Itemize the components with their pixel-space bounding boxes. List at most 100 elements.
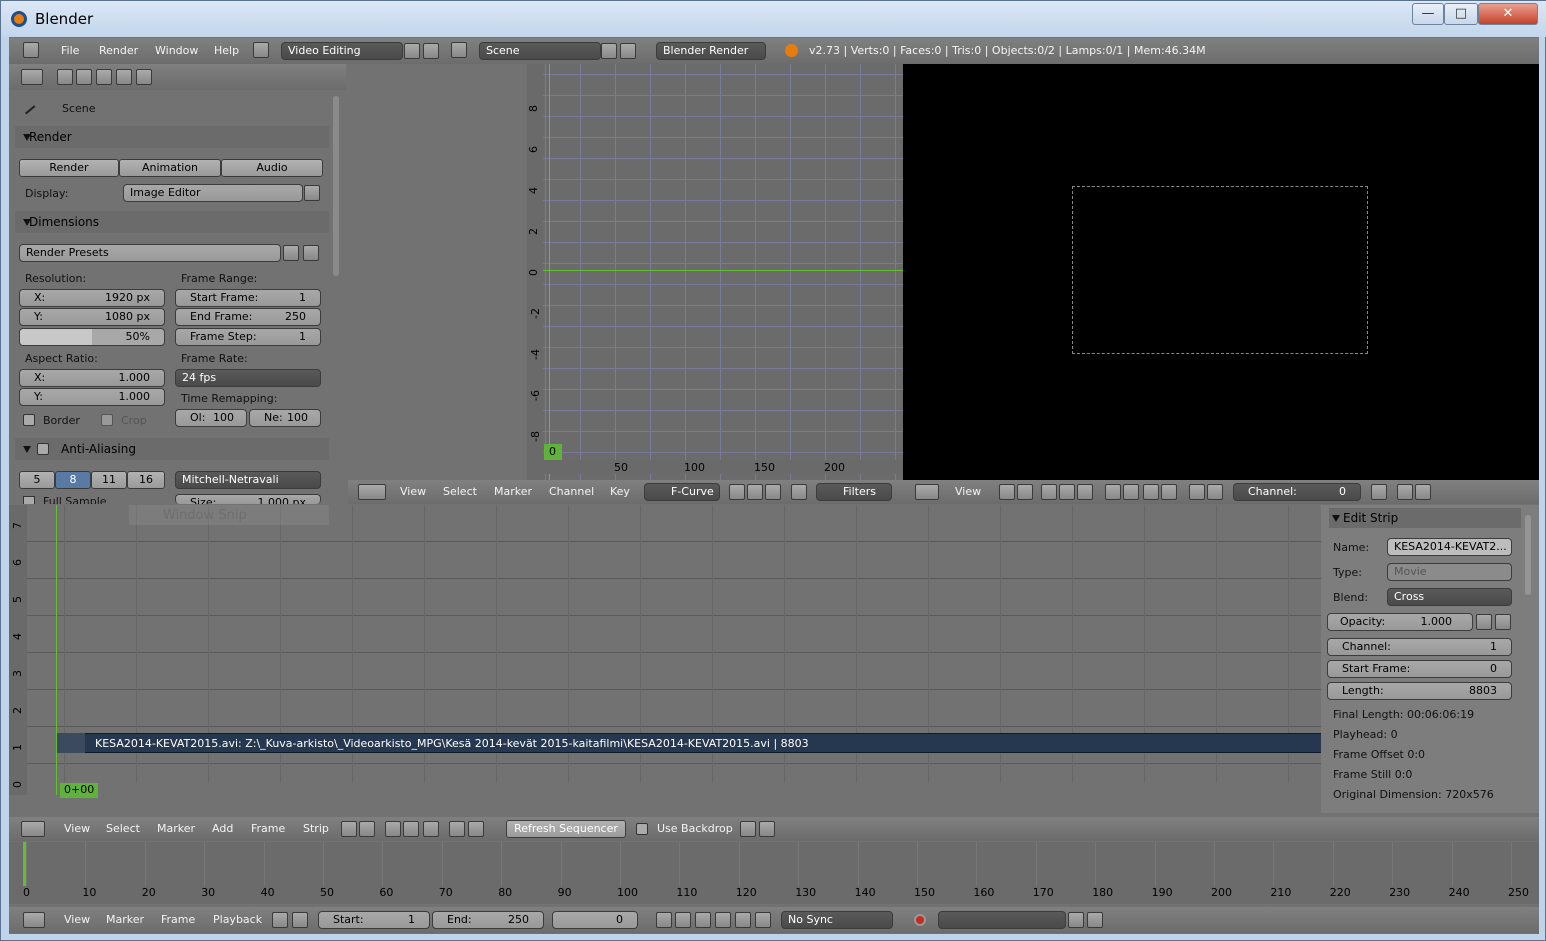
remove-preset-icon[interactable] — [303, 245, 319, 261]
render-still-icon[interactable] — [1397, 484, 1413, 500]
render-panel-header[interactable]: Render — [15, 126, 329, 148]
screen-selector[interactable]: Video Editing — [281, 42, 403, 60]
menu-file[interactable]: File — [61, 44, 79, 57]
graph-menu-marker[interactable]: Marker — [494, 485, 532, 498]
lock-interface-icon[interactable] — [304, 185, 320, 201]
render-animation-icon[interactable] — [1415, 484, 1431, 500]
anti-aliasing-checkbox[interactable] — [37, 443, 49, 455]
resolution-percentage-slider[interactable]: 50% — [19, 328, 165, 346]
start-frame-field[interactable]: Start Frame: 1 — [175, 289, 321, 307]
remap-new-field[interactable]: Ne: 100 — [249, 409, 321, 427]
layers-context-icon[interactable] — [76, 69, 92, 85]
frame-step-field[interactable]: Frame Step: 1 — [175, 328, 321, 346]
preview-range-icon[interactable] — [272, 912, 288, 928]
world-context-icon[interactable] — [116, 69, 132, 85]
vectorscope-icon[interactable] — [1143, 484, 1159, 500]
edit-strip-scrollbar[interactable] — [1525, 515, 1531, 595]
current-frame-field[interactable]: 0 — [552, 911, 638, 929]
strip-handle[interactable] — [57, 733, 85, 753]
crop-checkbox[interactable] — [101, 414, 113, 426]
timeline-menu-frame[interactable]: Frame — [161, 913, 195, 926]
strip-name-field[interactable]: KESA2014-KEVAT2... — [1387, 538, 1512, 556]
ghost-icon[interactable] — [747, 484, 763, 500]
keying-set-field[interactable] — [938, 911, 1066, 929]
preview-channel-field[interactable]: Channel: 0 — [1233, 483, 1361, 501]
jump-prev-key-icon[interactable] — [675, 912, 691, 928]
movie-strip[interactable]: KESA2014-KEVAT2015.avi: Z:\_Kuva-arkisto… — [85, 733, 1321, 753]
lock-seq-icon[interactable] — [359, 821, 375, 837]
graph-menu-select[interactable]: Select — [443, 485, 477, 498]
seq-menu-frame[interactable]: Frame — [251, 822, 285, 835]
remap-old-field[interactable]: Ol: 100 — [175, 409, 247, 427]
add-screen-icon[interactable] — [404, 43, 420, 59]
menu-help[interactable]: Help — [214, 44, 239, 57]
anti-aliasing-panel-header[interactable]: Anti-Aliasing — [15, 438, 329, 460]
jump-start-icon[interactable] — [656, 912, 672, 928]
texture-context-icon[interactable] — [136, 69, 152, 85]
lock-range-icon[interactable] — [292, 912, 308, 928]
jump-end-icon[interactable] — [755, 912, 771, 928]
timeline-editor-type-icon[interactable] — [23, 912, 45, 928]
graph-mode-select[interactable]: F-Curve — [644, 483, 720, 501]
graph-menu-channel[interactable]: Channel — [549, 485, 594, 498]
jump-next-key-icon[interactable] — [735, 912, 751, 928]
graph-editor-type-icon[interactable] — [358, 484, 386, 500]
resolution-x-field[interactable]: X: 1920 px — [19, 289, 165, 307]
aa-samples-11[interactable]: 11 — [91, 471, 127, 489]
seq-preview-view-icon[interactable] — [423, 821, 439, 837]
sequencer-editor-type-icon[interactable] — [21, 821, 45, 837]
snap-icon[interactable] — [765, 484, 781, 500]
alpha-icon[interactable] — [1059, 484, 1075, 500]
zoom-icon[interactable] — [791, 484, 807, 500]
render-anim-seq-icon[interactable] — [759, 821, 775, 837]
preview-view-icon[interactable] — [403, 821, 419, 837]
render-engine-select[interactable]: Blender Render — [656, 42, 766, 60]
play-icon[interactable] — [715, 912, 731, 928]
refresh-sequencer-button[interactable]: Refresh Sequencer — [506, 820, 626, 838]
aa-samples-5[interactable]: 5 — [19, 471, 55, 489]
checker-icon[interactable] — [1077, 484, 1093, 500]
resolution-y-field[interactable]: Y: 1080 px — [19, 308, 165, 326]
seq-menu-add[interactable]: Add — [212, 822, 233, 835]
proxy-seq-icon[interactable] — [341, 821, 357, 837]
aspect-y-field[interactable]: Y: 1.000 — [19, 388, 165, 406]
editor-type-icon[interactable] — [21, 69, 43, 85]
graph-menu-view[interactable]: View — [400, 485, 426, 498]
ghost-preview-icon[interactable] — [1371, 484, 1387, 500]
minimize-button[interactable]: — — [1412, 3, 1444, 25]
close-button[interactable]: ✕ — [1478, 3, 1538, 25]
end-frame-field[interactable]: End Frame: 250 — [175, 308, 321, 326]
length-field[interactable]: Length: 8803 — [1327, 682, 1512, 700]
proxy-icon[interactable] — [999, 484, 1015, 500]
display-select[interactable]: Image Editor — [123, 184, 303, 202]
seq-menu-marker[interactable]: Marker — [157, 822, 195, 835]
scene-icon[interactable] — [451, 42, 467, 58]
aa-samples-8[interactable]: 8 — [55, 471, 91, 489]
histogram-icon[interactable] — [1161, 484, 1177, 500]
timeline-menu-playback[interactable]: Playback — [213, 913, 262, 926]
blend-select[interactable]: Cross — [1387, 588, 1512, 606]
opacity-field[interactable]: Opacity: 1.000 — [1327, 613, 1473, 631]
frame-rate-select[interactable]: 24 fps — [175, 369, 321, 387]
timeline-menu-view[interactable]: View — [64, 913, 90, 926]
render-button[interactable]: Render — [19, 159, 119, 177]
insert-keyframe-icon[interactable] — [1068, 912, 1084, 928]
render-still-seq-icon[interactable] — [740, 821, 756, 837]
aa-samples-16[interactable]: 16 — [127, 471, 165, 489]
channel-field[interactable]: Channel: 1 — [1327, 638, 1512, 656]
transparent-icon[interactable] — [1207, 484, 1223, 500]
preview-editor-type-icon[interactable] — [915, 484, 939, 500]
aspect-x-field[interactable]: X: 1.000 — [19, 369, 165, 387]
screen-layout-icon[interactable] — [253, 42, 269, 58]
delete-keyframe-icon[interactable] — [1087, 912, 1103, 928]
scene-selector[interactable]: Scene — [479, 42, 601, 60]
pivot-icon[interactable] — [729, 484, 745, 500]
timeline-menu-marker[interactable]: Marker — [106, 913, 144, 926]
lock-icon[interactable] — [1017, 484, 1033, 500]
seq-menu-select[interactable]: Select — [106, 822, 140, 835]
timeline-start-field[interactable]: Start: 1 — [318, 911, 430, 929]
info-editor-icon[interactable] — [23, 42, 39, 58]
add-preset-icon[interactable] — [283, 245, 299, 261]
copy-icon[interactable] — [449, 821, 465, 837]
edit-strip-header[interactable]: Edit Strip — [1329, 508, 1521, 528]
